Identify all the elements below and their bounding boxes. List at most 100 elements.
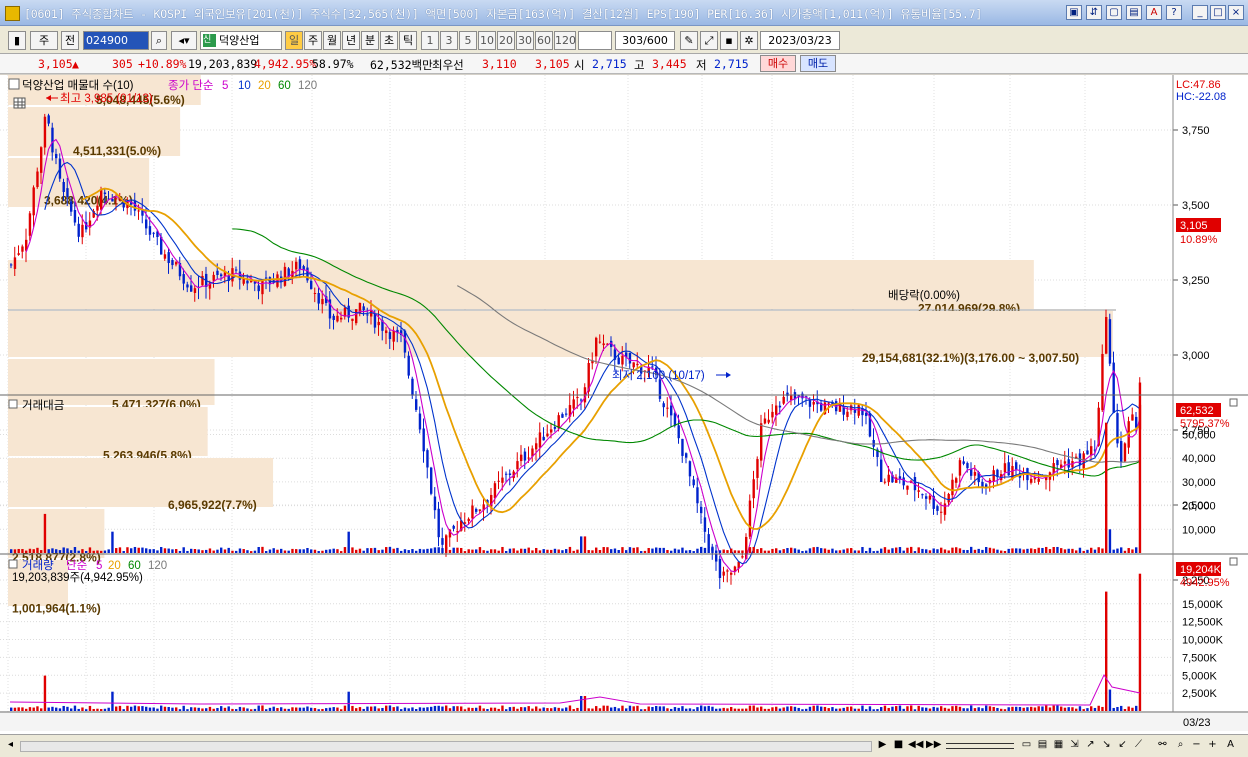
interval-10[interactable]: 10 [478,31,496,50]
draw-tool-4-icon[interactable]: ⇲ [1068,738,1081,752]
amount-bar [940,547,943,553]
amount-bar [238,548,242,553]
font-icon[interactable]: A [1146,5,1162,20]
restore-layout-icon[interactable]: ▢ [1106,5,1122,20]
count-display[interactable]: 303/600 [615,31,675,50]
list-icon[interactable]: ▤ [1126,5,1142,20]
date-input[interactable]: 2023/03/23 [760,31,840,50]
ma-period-10: 10 [238,80,251,92]
volume-bar [486,709,489,711]
period-year[interactable]: 년 [342,31,360,50]
candle-body [111,198,114,202]
stock-chart[interactable]: 5,048,445(5.6%)4,511,331(5.0%)3,688,420(… [0,75,1248,737]
amount-bar [403,549,407,553]
interval-60[interactable]: 60 [535,31,553,50]
play-icon[interactable]: ▶ [876,738,889,752]
stock-name-field[interactable]: 신 덕양산업 [200,31,282,50]
market-select[interactable]: 주 [30,31,58,50]
volume-bar [790,706,793,711]
interval-3[interactable]: 3 [440,31,458,50]
period-month[interactable]: 월 [323,31,341,50]
draw-tool-5-icon[interactable]: ↗ [1084,738,1097,752]
interval-1[interactable]: 1 [421,31,439,50]
amount-current-pct: 5795.37% [1180,418,1230,430]
period-week[interactable]: 주 [304,31,322,50]
interval-custom-input[interactable] [578,31,612,50]
draw-tool-1-icon[interactable]: ▭ [1020,738,1033,752]
ma-period-60: 60 [278,80,291,92]
stock-code-input[interactable]: 024900 [83,31,149,50]
volume-bar [771,707,774,711]
scroll-left-icon[interactable]: ◂ [4,738,17,752]
close-button[interactable]: × [1228,5,1244,20]
panel-toggle-icon[interactable] [8,78,20,90]
settings-icon[interactable]: ✲ [740,31,758,50]
candle-body [1135,416,1138,428]
amount-bar [1105,422,1108,553]
candle-body [497,480,500,482]
speaker-icon[interactable]: ◂▾ [171,31,197,50]
zoom-icon[interactable]: ⌕ [1174,738,1187,752]
font-size-icon[interactable]: A [1224,738,1237,752]
volume-bar [433,705,437,711]
tools-icon[interactable]: ✎ [680,31,698,50]
amount-bar [103,550,107,553]
volume-tick-label: 2,500K [1182,688,1218,700]
draw-tool-2-icon[interactable]: ▤ [1036,738,1049,752]
sync-icon[interactable]: ⇵ [1086,5,1102,20]
amount-bar [370,548,373,553]
interval-5[interactable]: 5 [459,31,477,50]
volume-bar [685,708,688,711]
amount-bar [538,550,542,553]
minimize-button[interactable]: _ [1192,5,1208,20]
volume-bar [850,706,853,711]
period-minute[interactable]: 분 [361,31,379,50]
amount-panel-toggle[interactable] [8,399,18,409]
maximize-button[interactable]: □ [1210,5,1226,20]
rewind-icon[interactable]: ◀◀ [908,738,923,752]
draw-tool-3-icon[interactable]: ▦ [1052,738,1065,752]
volume-bar [212,708,215,711]
amount-bar [388,546,392,553]
sell-button[interactable]: 매도 [800,55,836,72]
zoom-slider[interactable] [946,743,1014,749]
search-icon[interactable]: ⌕ [151,31,167,50]
high-annotation: 최고 3,985 (01/13) [46,92,153,105]
help-icon[interactable]: ? [1166,5,1182,20]
draw-tool-6-icon[interactable]: ↘ [1100,738,1113,752]
stop-icon[interactable]: ■ [892,738,905,752]
compare-icon[interactable]: ⤢ [700,31,718,50]
volume-bar [193,707,197,711]
zoom-out-icon[interactable]: − [1190,738,1203,752]
buy-button[interactable]: 매수 [760,55,796,72]
amount-bar [77,550,80,553]
volume-bar [958,706,962,711]
volume-bar [1131,707,1134,711]
volume-tick-label: 15,000K [1182,599,1224,611]
period-tick[interactable]: 틱 [399,31,417,50]
draw-tool-7-icon[interactable]: ↙ [1116,738,1129,752]
pin-icon[interactable]: ▮ [8,31,26,50]
period-day[interactable]: 일 [285,31,303,50]
link-tool-icon[interactable]: ⚯ [1156,738,1169,752]
scroll-track[interactable] [20,741,872,752]
candle-body [516,461,519,470]
volume-panel-close[interactable] [1229,557,1238,566]
chart-area[interactable]: 5,048,445(5.6%) 4,511,331(5.0%) 3,688,420(… [0,75,1248,737]
interval-30[interactable]: 30 [516,31,534,50]
candle-body [336,315,339,322]
interval-120[interactable]: 120 [554,31,576,50]
prev-button[interactable]: 전 [61,31,79,50]
link-icon[interactable]: ▣ [1066,5,1082,20]
draw-tool-8-icon[interactable]: ⟋ [1132,738,1145,752]
save-icon[interactable]: ▪ [720,31,738,50]
zoom-in-icon[interactable]: + [1206,738,1219,752]
interval-20[interactable]: 20 [497,31,515,50]
period-second[interactable]: 초 [380,31,398,50]
table-icon[interactable] [13,97,26,109]
candle-body [707,534,710,548]
amount-panel-close[interactable] [1229,398,1238,407]
volume-panel-toggle[interactable] [8,559,18,569]
amount-bar [40,550,43,553]
forward-icon[interactable]: ▶▶ [926,738,941,752]
